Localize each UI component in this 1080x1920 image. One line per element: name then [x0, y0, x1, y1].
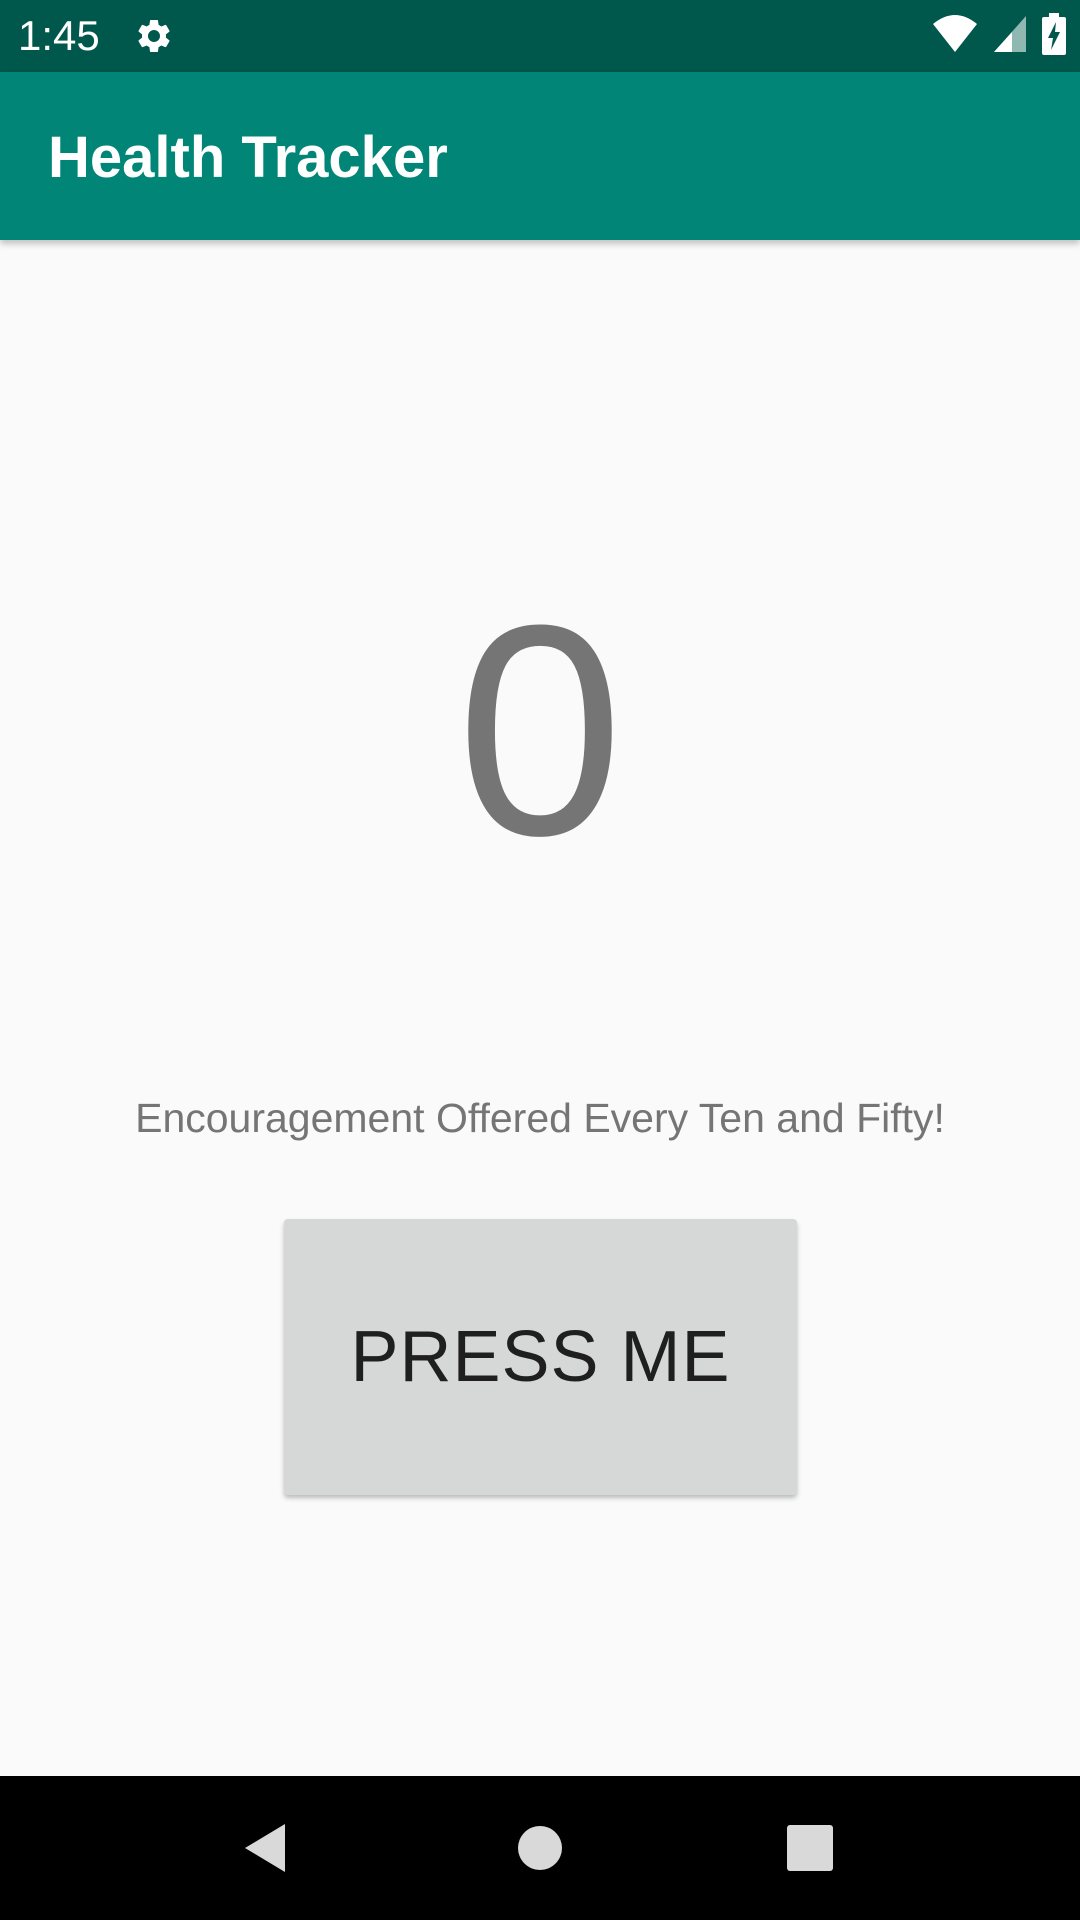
- press-me-button[interactable]: PRESS ME: [284, 1219, 797, 1495]
- status-time: 1:45: [18, 12, 100, 59]
- app-title: Health Tracker: [48, 125, 448, 190]
- app-bar: Health Tracker: [0, 72, 1080, 240]
- gear-icon: [134, 16, 174, 56]
- screen: 1:45 Health Tracker 0 Encouragement Offe…: [0, 0, 1080, 1920]
- signal-icon: [992, 14, 1028, 59]
- encouragement-text: Encouragement Offered Every Ten and Fift…: [135, 1095, 945, 1141]
- status-icons: [932, 12, 1066, 60]
- home-icon[interactable]: [496, 1804, 584, 1892]
- battery-charging-icon: [1042, 12, 1066, 60]
- counter-value: 0: [456, 562, 624, 898]
- recents-icon[interactable]: [766, 1804, 854, 1892]
- status-bar: 1:45: [0, 0, 1080, 72]
- wifi-icon: [932, 14, 978, 59]
- navigation-bar: [0, 1776, 1080, 1920]
- back-icon[interactable]: [223, 1804, 311, 1892]
